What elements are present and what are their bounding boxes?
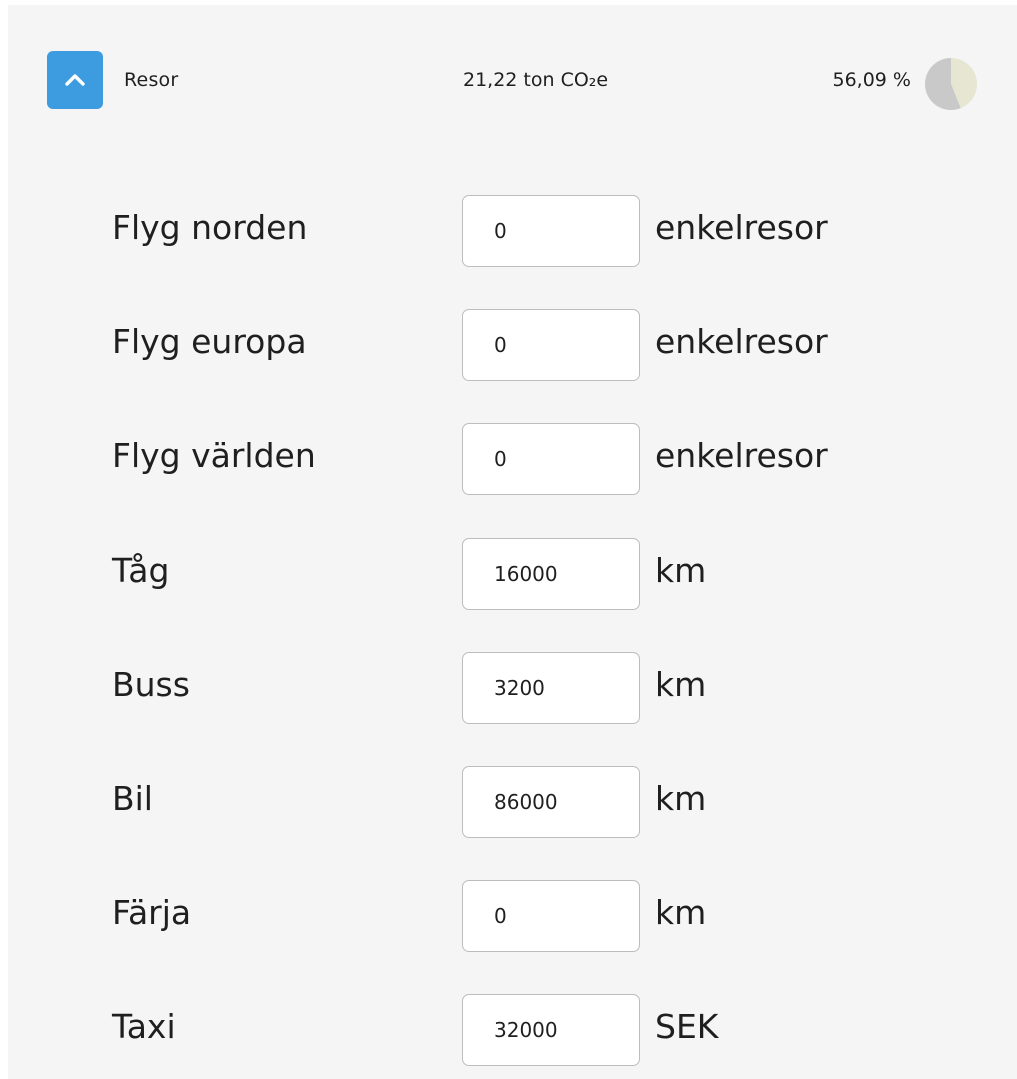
row-label: Flyg norden (112, 208, 308, 247)
section-total-emissions: 21,22 ton CO₂e (463, 69, 609, 91)
row-value-input[interactable] (462, 309, 640, 382)
input-row: Färja km (8, 880, 1017, 954)
row-label: Flyg europa (112, 322, 307, 362)
input-row: Flyg norden enkelresor (8, 195, 1017, 269)
input-row: Bil km (8, 766, 1017, 840)
input-row: Taxi SEK (8, 994, 1017, 1068)
percent-pie-icon (925, 58, 977, 110)
row-unit: km (655, 550, 707, 590)
row-label: Färja (112, 893, 192, 933)
chevron-up-icon (65, 74, 85, 86)
row-unit: SEK (655, 1007, 719, 1047)
row-unit: enkelresor (655, 436, 828, 476)
row-unit: enkelresor (655, 322, 828, 362)
row-value-input[interactable] (462, 994, 640, 1067)
row-value-input[interactable] (462, 880, 640, 953)
resor-panel: Resor 21,22 ton CO₂e 56,09 % Flyg norden… (8, 5, 1017, 1079)
section-percent-label: 56,09 % (832, 69, 912, 91)
row-value-input[interactable] (462, 651, 640, 724)
input-row: Tåg km (8, 537, 1017, 612)
row-unit: km (655, 664, 707, 704)
section-title: Resor (124, 69, 179, 91)
collapse-toggle-button[interactable] (47, 51, 103, 109)
row-label: Tåg (112, 550, 170, 590)
row-unit: enkelresor (655, 208, 828, 247)
row-label: Bil (112, 779, 153, 818)
input-row: Buss km (8, 651, 1017, 726)
row-unit: km (655, 779, 707, 818)
row-value-input[interactable] (462, 195, 640, 267)
row-value-input[interactable] (462, 537, 640, 610)
input-row: Flyg världen enkelresor (8, 423, 1017, 497)
row-unit: km (655, 893, 707, 933)
row-value-input[interactable] (462, 766, 640, 838)
row-label: Flyg världen (112, 436, 316, 476)
section-header: Resor 21,22 ton CO₂e 56,09 % (8, 5, 1017, 155)
row-value-input[interactable] (462, 423, 640, 496)
row-label: Taxi (112, 1007, 176, 1047)
row-label: Buss (112, 664, 190, 704)
input-row: Flyg europa enkelresor (8, 309, 1017, 383)
